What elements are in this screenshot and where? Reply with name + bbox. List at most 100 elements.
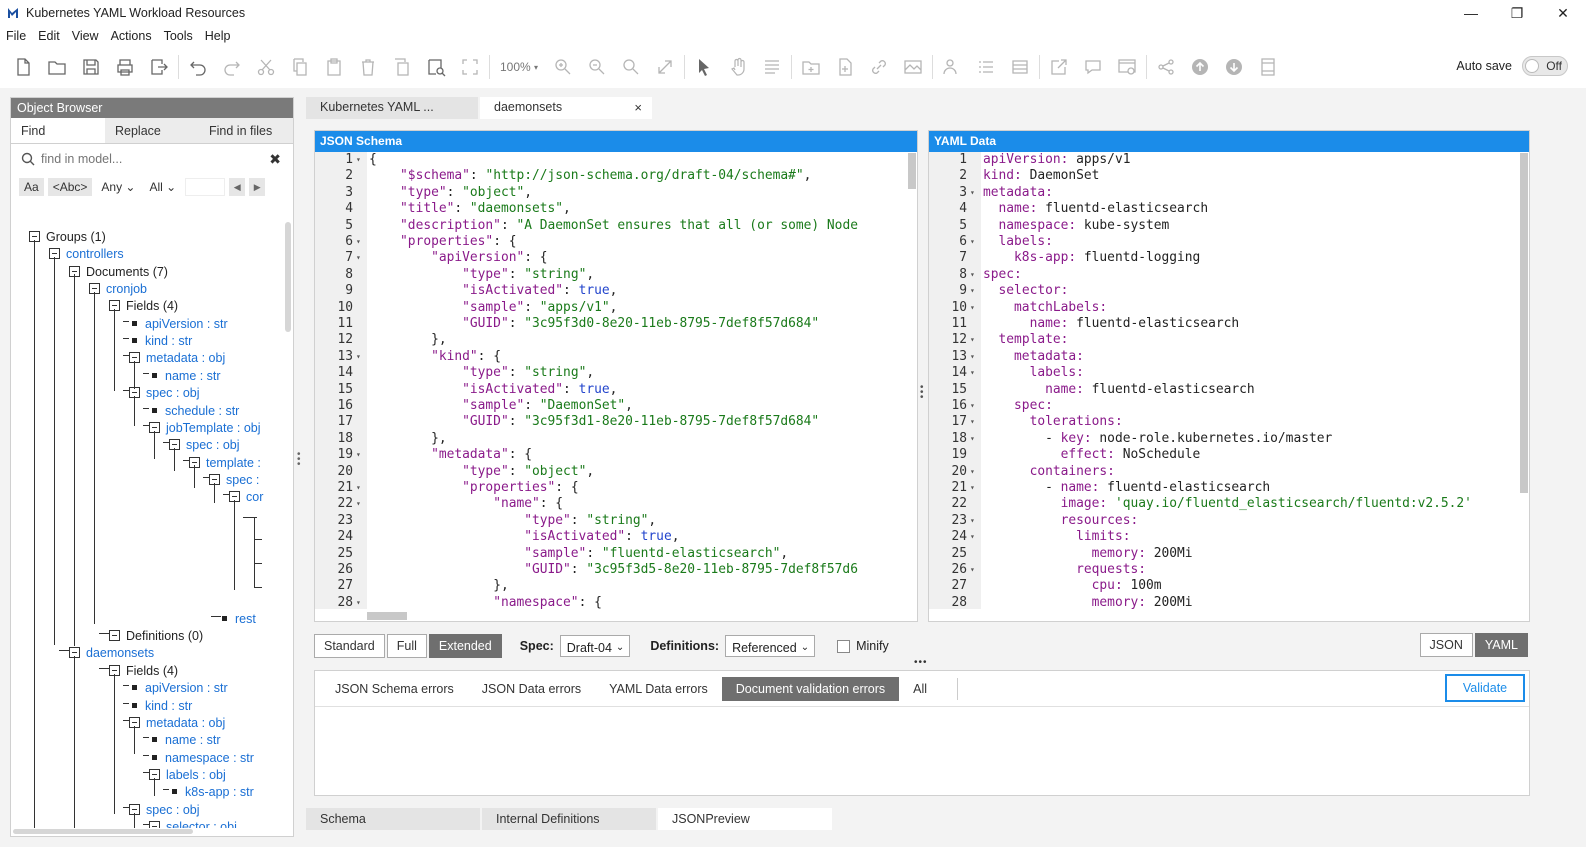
tree-node[interactable]: Documents (7) xyxy=(69,263,168,280)
tree-node[interactable]: selector : obj xyxy=(149,818,237,828)
save-icon[interactable] xyxy=(74,50,108,84)
minify-checkbox[interactable] xyxy=(837,639,851,653)
previous-result-icon[interactable]: ◀ xyxy=(229,178,246,196)
bottom-splitter-handle[interactable]: ••• xyxy=(914,657,928,668)
spec-dropdown[interactable]: Draft-04 ⌄ xyxy=(559,635,631,657)
fold-toggle-icon[interactable]: ▾ xyxy=(970,431,975,447)
fold-toggle-icon[interactable]: ▾ xyxy=(970,349,975,365)
panel-icon[interactable] xyxy=(1251,50,1285,84)
collapse-icon[interactable] xyxy=(109,630,120,641)
download-icon[interactable] xyxy=(1217,50,1251,84)
image-icon[interactable] xyxy=(896,50,930,84)
tree-node[interactable]: apiVersion : str xyxy=(129,315,228,332)
yaml-format-button[interactable]: YAML xyxy=(1474,633,1528,657)
fold-toggle-icon[interactable]: ▾ xyxy=(970,398,975,414)
menu-edit[interactable]: Edit xyxy=(38,29,60,43)
close-tab-icon[interactable]: × xyxy=(634,100,642,115)
match-case-option[interactable]: Aa xyxy=(19,178,44,196)
validate-button[interactable]: Validate xyxy=(1445,674,1525,702)
delete-icon[interactable] xyxy=(351,50,385,84)
fold-toggle-icon[interactable]: ▾ xyxy=(970,300,975,316)
collapse-icon[interactable] xyxy=(149,821,160,828)
share-icon[interactable] xyxy=(1149,50,1183,84)
fold-toggle-icon[interactable]: ▾ xyxy=(356,349,361,365)
hand-icon[interactable] xyxy=(721,50,755,84)
tree-node[interactable]: kind : str xyxy=(129,697,192,714)
menu-file[interactable]: File xyxy=(6,29,26,43)
whole-word-option[interactable]: <Abc> xyxy=(47,178,93,196)
tree-node[interactable]: cronjob xyxy=(89,280,147,297)
fold-toggle-icon[interactable]: ▾ xyxy=(356,480,361,496)
align-icon[interactable] xyxy=(755,50,789,84)
fold-toggle-icon[interactable]: ▾ xyxy=(970,414,975,430)
next-result-icon[interactable]: ▶ xyxy=(249,178,266,196)
fold-toggle-icon[interactable]: ▾ xyxy=(356,447,361,463)
fold-toggle-icon[interactable]: ▾ xyxy=(970,365,975,381)
upload-icon[interactable] xyxy=(1183,50,1217,84)
tree-node[interactable]: metadata : obj xyxy=(129,349,225,366)
tab-json-schema-errors[interactable]: JSON Schema errors xyxy=(321,677,468,701)
fold-toggle-icon[interactable]: ▾ xyxy=(970,185,975,201)
editor-splitter-handle[interactable]: • • • xyxy=(920,383,924,403)
cut-icon[interactable] xyxy=(249,50,283,84)
add-folder-icon[interactable] xyxy=(794,50,828,84)
tree-node[interactable]: daemonsets xyxy=(69,644,154,661)
autosave-toggle[interactable]: Off xyxy=(1522,56,1568,76)
fold-toggle-icon[interactable]: ▾ xyxy=(970,283,975,299)
tree-node[interactable]: Fields (4) xyxy=(109,297,178,314)
fold-toggle-icon[interactable]: ▾ xyxy=(970,513,975,529)
tree-node[interactable]: metadata : obj xyxy=(129,714,225,731)
close-window-button[interactable]: ✕ xyxy=(1540,0,1586,26)
search-icon[interactable] xyxy=(614,50,648,84)
tree-node[interactable]: labels : obj xyxy=(149,766,226,783)
json-format-button[interactable]: JSON xyxy=(1419,633,1473,657)
definitions-dropdown[interactable]: Referenced ⌄ xyxy=(725,635,816,657)
tree-node[interactable]: Definitions (0) xyxy=(109,627,203,644)
fold-toggle-icon[interactable]: ▾ xyxy=(970,332,975,348)
tree-node[interactable]: jobTemplate : obj xyxy=(149,419,261,436)
tab-json-data-errors[interactable]: JSON Data errors xyxy=(468,677,595,701)
tree-node[interactable]: spec : obj xyxy=(129,801,200,818)
expand-icon[interactable] xyxy=(648,50,682,84)
tree-node[interactable]: rest xyxy=(219,610,256,627)
fold-toggle-icon[interactable]: ▾ xyxy=(356,152,361,168)
standard-mode-button[interactable]: Standard xyxy=(314,634,385,658)
left-splitter-handle[interactable]: • • • xyxy=(297,450,301,470)
export-icon[interactable] xyxy=(142,50,176,84)
comment-icon[interactable] xyxy=(1076,50,1110,84)
open-folder-icon[interactable] xyxy=(40,50,74,84)
tree-node[interactable]: spec : obj xyxy=(129,384,200,401)
fold-toggle-icon[interactable]: ▾ xyxy=(970,267,975,283)
tab-internal-definitions[interactable]: Internal Definitions xyxy=(482,808,656,830)
user-settings-icon[interactable] xyxy=(935,50,969,84)
print-icon[interactable] xyxy=(108,50,142,84)
zoom-dropdown[interactable]: 100% ▾ xyxy=(492,50,546,84)
fold-toggle-icon[interactable]: ▾ xyxy=(356,234,361,250)
add-document-icon[interactable] xyxy=(828,50,862,84)
scope-dropdown[interactable]: Any ⌄ xyxy=(96,178,140,196)
tree-node[interactable]: controllers xyxy=(49,245,124,262)
zoom-in-icon[interactable] xyxy=(546,50,580,84)
tree-node[interactable]: apiVersion : str xyxy=(129,679,228,696)
menu-view[interactable]: View xyxy=(72,29,99,43)
duplicate-icon[interactable] xyxy=(385,50,419,84)
paste-icon[interactable] xyxy=(317,50,351,84)
tree-node[interactable]: name : str xyxy=(149,367,221,384)
fold-toggle-icon[interactable]: ▾ xyxy=(970,529,975,545)
menu-tools[interactable]: Tools xyxy=(164,29,193,43)
fold-toggle-icon[interactable]: ▾ xyxy=(970,464,975,480)
fold-toggle-icon[interactable]: ▾ xyxy=(356,595,361,609)
tab-document-validation-errors[interactable]: Document validation errors xyxy=(721,676,900,701)
tree-node[interactable]: spec : obj xyxy=(169,436,240,453)
search-input[interactable] xyxy=(41,152,241,166)
copy-icon[interactable] xyxy=(283,50,317,84)
list-icon[interactable] xyxy=(969,50,1003,84)
tab-find-in-files[interactable]: Find in files xyxy=(199,118,293,143)
zoom-out-icon[interactable] xyxy=(580,50,614,84)
new-file-icon[interactable] xyxy=(6,50,40,84)
tab-schema[interactable]: Schema xyxy=(306,808,480,830)
tree-node[interactable]: Fields (4) xyxy=(109,662,178,679)
link-icon[interactable] xyxy=(862,50,896,84)
external-link-icon[interactable] xyxy=(1042,50,1076,84)
tree-node[interactable]: Groups (1) xyxy=(29,228,106,245)
